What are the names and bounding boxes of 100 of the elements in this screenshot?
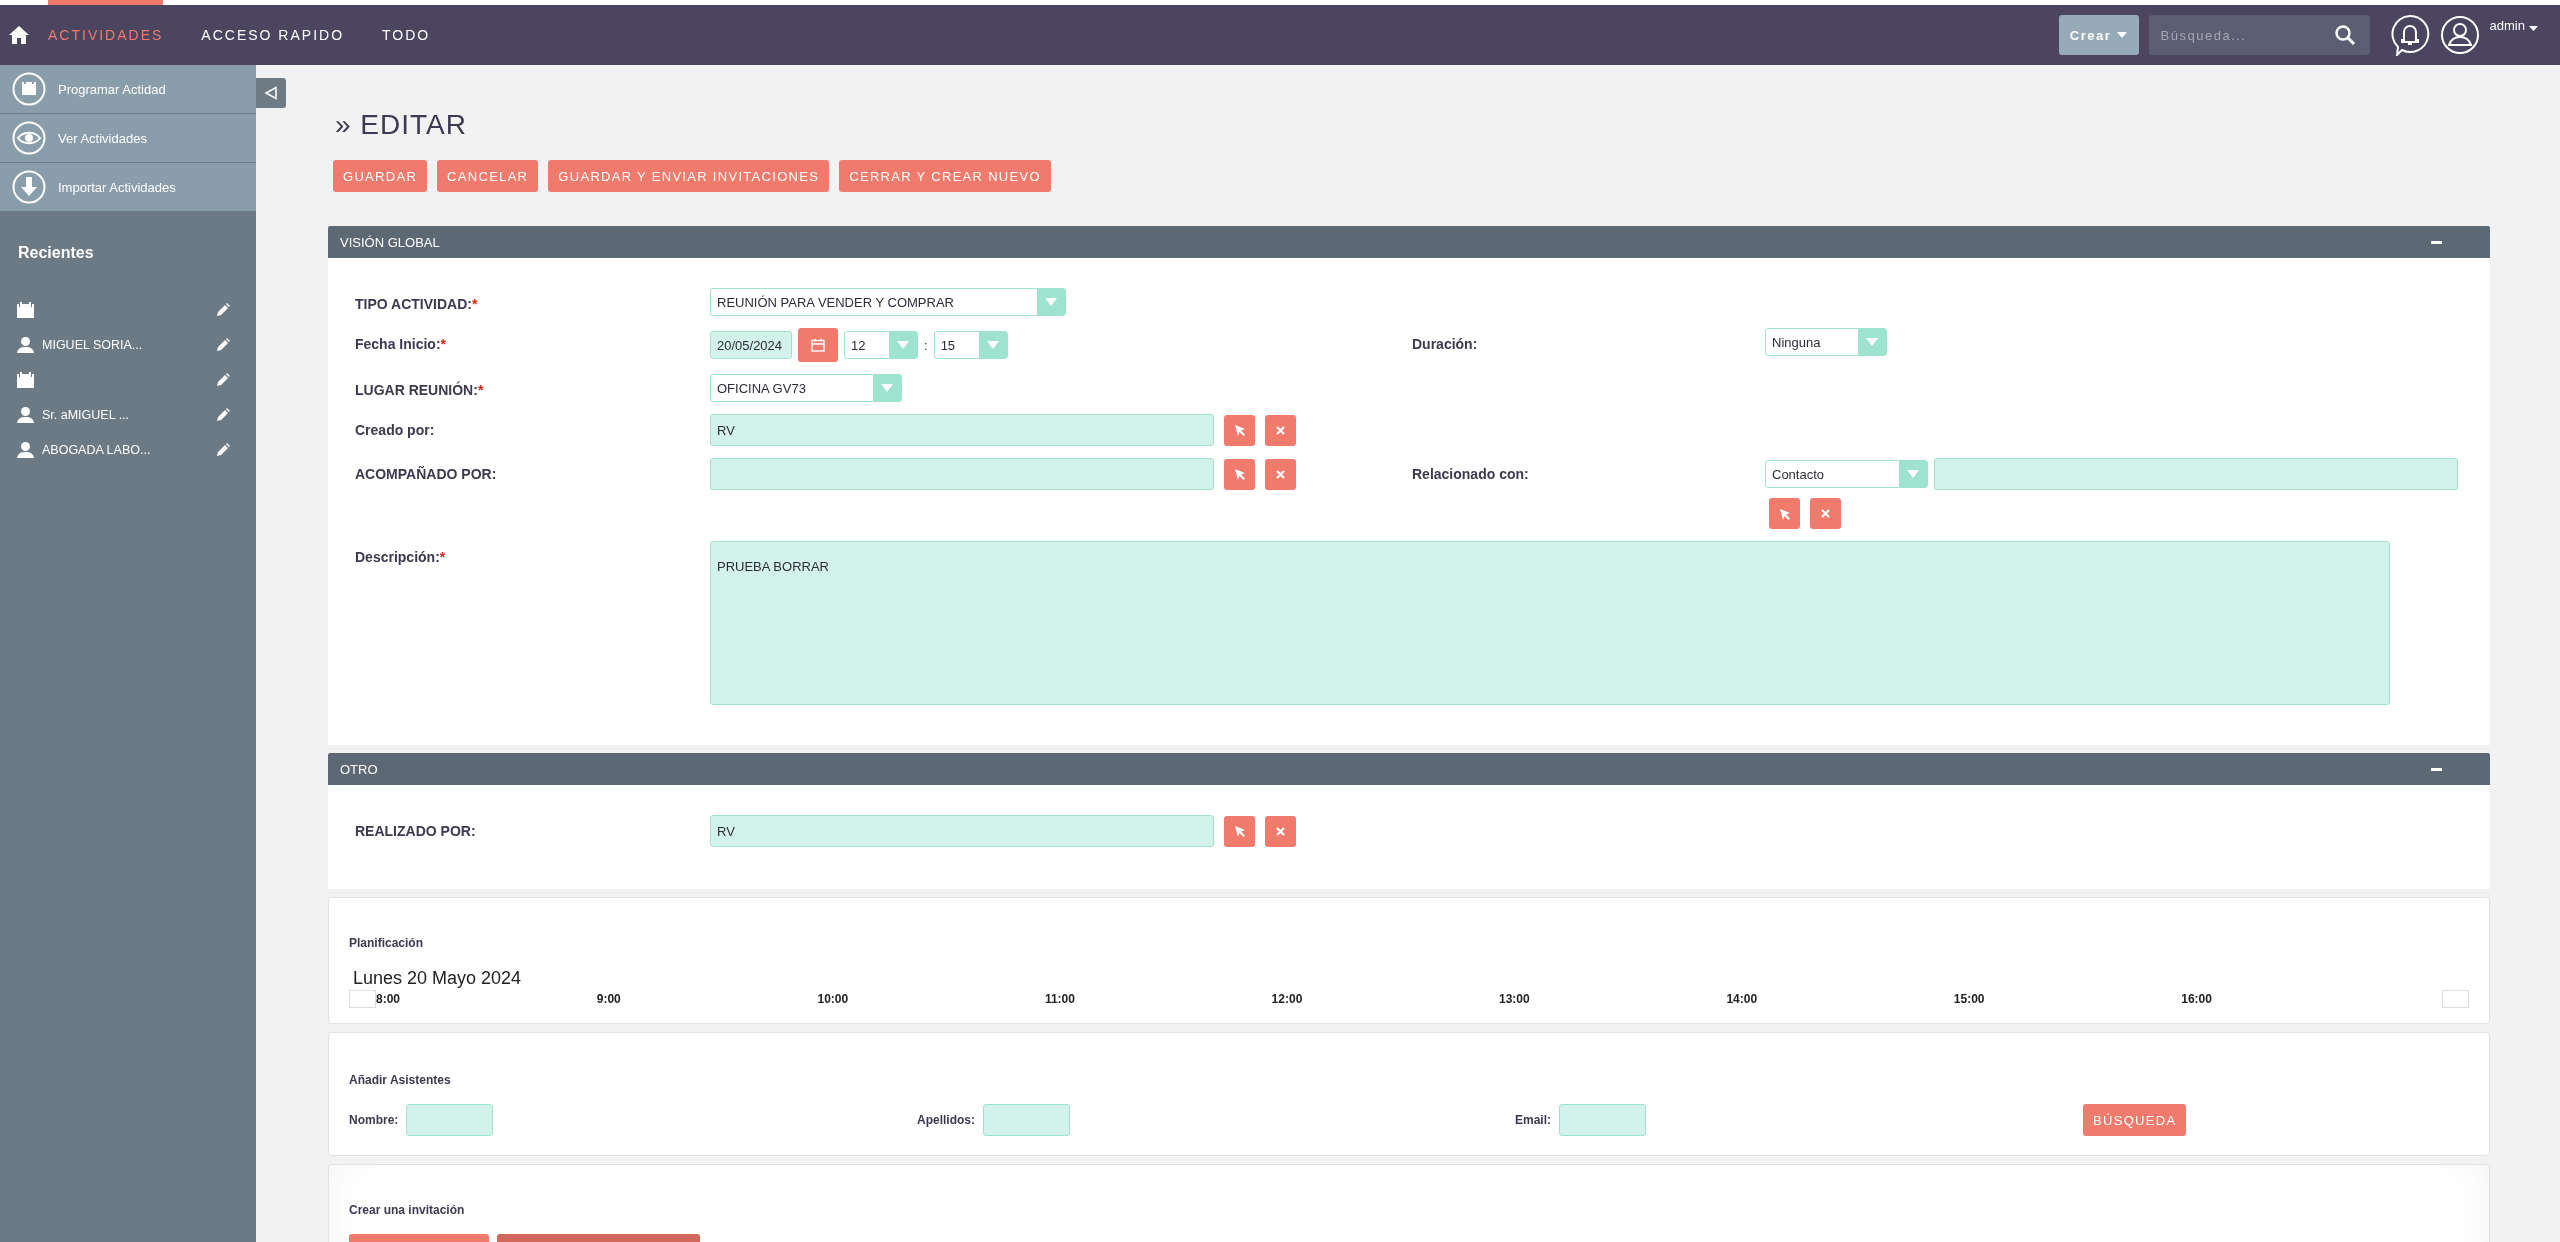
field-label: TIPO ACTIVIDAD:* — [355, 295, 479, 312]
search-icon[interactable] — [2333, 24, 2356, 46]
attendee-search-field[interactable] — [1559, 1104, 1646, 1136]
card-title: Planificación — [349, 936, 425, 950]
user-avatar-icon[interactable] — [2439, 15, 2480, 55]
field-label: Creado por: — [355, 421, 436, 438]
panel-header[interactable]: OTRO — [328, 753, 2490, 785]
recent-heading: Recientes — [17, 243, 95, 263]
recent-item-link[interactable]: Sr. aMIGUEL ... — [42, 407, 130, 422]
hour-label: 16:00 — [2181, 992, 2212, 1006]
field-label: Nombre: — [349, 1113, 399, 1127]
recent-item-link[interactable]: MIGUEL SORIA... — [42, 337, 143, 352]
clear-button[interactable] — [1265, 815, 1296, 847]
edit-pencil-icon[interactable] — [216, 442, 230, 457]
select-button[interactable] — [1224, 458, 1255, 490]
meeting-place-select[interactable]: OFICINA GV73 — [710, 374, 902, 402]
close-icon — [1276, 469, 1285, 479]
calendar-icon — [17, 371, 34, 388]
hour-label: 13:00 — [1499, 992, 1530, 1006]
field-label: ACOMPAÑADO POR: — [355, 465, 498, 482]
select-button[interactable] — [1224, 815, 1255, 847]
date-field[interactable]: 20/05/2024 — [710, 331, 792, 359]
select-button[interactable] — [1224, 414, 1255, 446]
home-icon[interactable] — [8, 25, 30, 45]
scroll-right-box[interactable] — [2442, 990, 2469, 1008]
caret-icon — [2117, 32, 2128, 38]
field-label: REALIZADO POR: — [355, 822, 477, 839]
close-icon — [1276, 425, 1285, 435]
caret-icon — [2529, 26, 2538, 31]
page-title: » EDITAR — [335, 108, 468, 142]
panel-title: VISIÓN GLOBAL — [340, 234, 440, 250]
card-title: Crear una invitación — [349, 1203, 466, 1217]
hour-label: 11:00 — [1044, 992, 1075, 1006]
time-separator: : — [924, 337, 928, 353]
hour-label: 12:00 — [1271, 992, 1303, 1006]
hour-label: 8:00 — [376, 992, 401, 1006]
attendee-search-field[interactable] — [983, 1104, 1070, 1136]
nav-tab[interactable]: ACCESO RAPIDO — [201, 0, 345, 65]
panel-title: OTRO — [340, 761, 378, 777]
field-label: Descripción:* — [355, 548, 447, 565]
calendar-icon — [17, 301, 34, 318]
accompanied-by-field[interactable] — [710, 458, 1214, 490]
edit-pencil-icon[interactable] — [216, 337, 230, 352]
attendee-search-field[interactable] — [406, 1104, 494, 1136]
field-label: Apellidos: — [917, 1113, 975, 1127]
close-icon — [1276, 826, 1285, 836]
collapse-sidebar-button[interactable] — [256, 78, 286, 108]
edit-pencil-icon[interactable] — [216, 407, 230, 422]
clear-button[interactable] — [1265, 458, 1296, 490]
cursor-icon — [1778, 507, 1791, 520]
hour-label: 14:00 — [1726, 992, 1758, 1006]
performed-by-field[interactable]: RV — [710, 815, 1214, 847]
nav-tab[interactable]: TODO — [382, 0, 431, 65]
field-label: LUGAR REUNIÓN:* — [355, 380, 485, 398]
edit-pencil-icon[interactable] — [216, 372, 230, 387]
field-label: Fecha Inicio:* — [355, 335, 448, 352]
schedule-date: Lunes 20 Mayo 2024 — [353, 968, 523, 989]
edit-pencil-icon[interactable] — [216, 302, 230, 317]
cursor-icon — [1233, 468, 1246, 480]
caret-icon — [881, 384, 893, 392]
notification-bell-icon[interactable] — [2389, 14, 2430, 56]
field-label: Relacionado con: — [1412, 465, 1530, 482]
person-icon — [17, 336, 34, 353]
caret-icon — [1866, 338, 1878, 346]
calendar-icon — [12, 72, 46, 106]
person-icon — [17, 406, 34, 423]
hour-select[interactable]: 12 — [844, 331, 918, 359]
eye-icon — [12, 121, 46, 155]
related-type-select[interactable]: Contacto — [1765, 460, 1928, 488]
caret-icon — [1045, 298, 1057, 306]
caret-icon — [897, 341, 909, 349]
hour-label: 9:00 — [596, 992, 621, 1006]
scroll-left-box[interactable] — [349, 990, 376, 1008]
calendar-button[interactable] — [798, 328, 838, 362]
close-icon — [1821, 509, 1830, 518]
select-button[interactable] — [1769, 498, 1800, 529]
calendar-icon — [811, 338, 825, 352]
activity-type-select[interactable]: REUNIÓN PARA VENDER Y COMPRAR — [710, 288, 1066, 316]
hour-label: 10:00 — [817, 992, 849, 1006]
hour-label: 15:00 — [1953, 992, 1985, 1006]
person-icon — [17, 441, 34, 458]
card-title: Añadir Asistentes — [349, 1073, 452, 1087]
caret-icon — [986, 341, 999, 349]
created-by-field[interactable]: RV — [710, 414, 1214, 446]
left-triangle-icon — [264, 86, 278, 100]
panel-header[interactable]: VISIÓN GLOBAL — [328, 226, 2490, 258]
minute-select[interactable]: 15 — [933, 331, 1008, 359]
description-textarea[interactable]: PRUEBA BORRAR — [710, 541, 2390, 705]
field-label: Duración: — [1412, 335, 1479, 352]
duration-select[interactable]: Ninguna — [1765, 328, 1887, 356]
user-menu[interactable]: admin — [2489, 18, 2538, 33]
cursor-icon — [1233, 424, 1246, 436]
recent-item-link[interactable]: ABOGADA LABO... — [42, 442, 151, 457]
clear-button[interactable] — [1265, 414, 1296, 446]
search-field[interactable]: Búsqueda... — [2148, 15, 2370, 55]
field-label: Email: — [1515, 1113, 1551, 1127]
cursor-icon — [1233, 825, 1246, 837]
clear-button[interactable] — [1810, 498, 1841, 529]
related-to-field[interactable] — [1934, 458, 2458, 490]
caret-icon — [1907, 470, 1919, 478]
